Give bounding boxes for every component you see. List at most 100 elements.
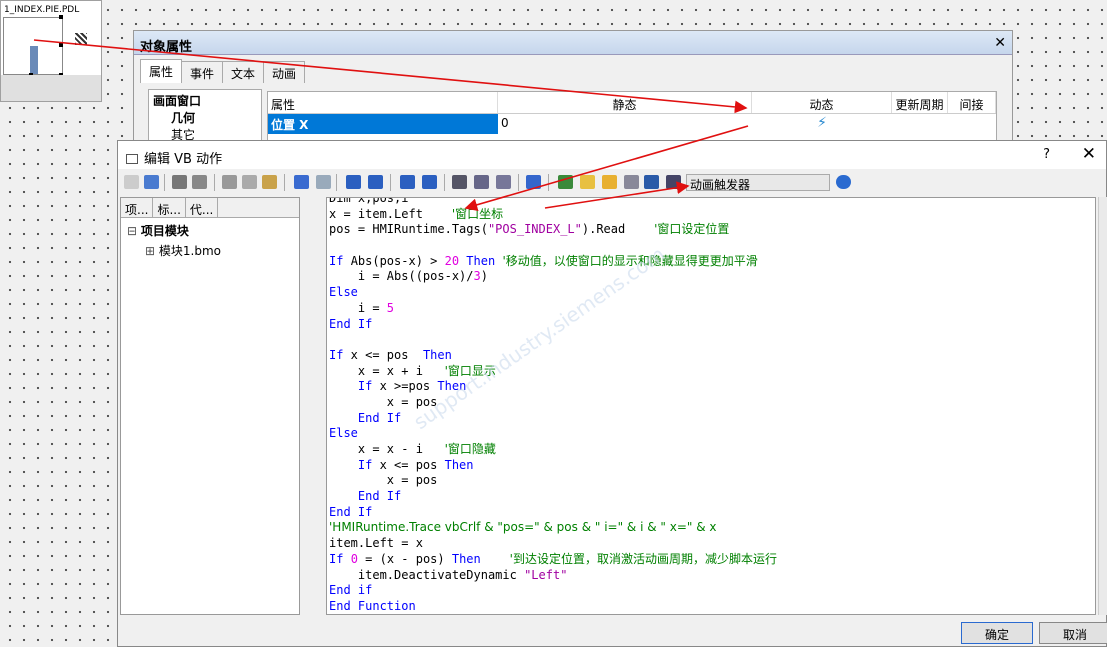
code-line[interactable]: Else bbox=[327, 285, 1095, 301]
tab-properties[interactable]: 属性 bbox=[140, 59, 183, 83]
indent-icon[interactable] bbox=[346, 175, 361, 189]
code-line[interactable]: 'HMIRuntime.Trace vbCrlf & "pos=" & pos … bbox=[327, 520, 1095, 536]
picture-window-frame[interactable] bbox=[3, 17, 63, 75]
code-token: x >=pos bbox=[372, 379, 438, 394]
help-icon[interactable]: ? bbox=[1043, 147, 1050, 162]
syntax-check-icon[interactable] bbox=[526, 175, 541, 189]
cut-icon[interactable] bbox=[222, 175, 237, 189]
code-line[interactable]: End Function bbox=[327, 599, 1095, 614]
code-line[interactable]: If Abs(pos-x) > 20 Then '移动值，以使窗口的显示和隐藏显… bbox=[327, 254, 1095, 270]
tab-project[interactable]: 项... bbox=[121, 198, 154, 217]
code-line[interactable]: Dim x,pos,i bbox=[327, 197, 1095, 207]
code-line[interactable]: If x <= pos Then bbox=[327, 348, 1095, 364]
code-token: End if bbox=[329, 583, 373, 598]
tab-code[interactable]: 代... bbox=[186, 198, 219, 217]
code-line[interactable]: End if bbox=[327, 583, 1095, 599]
code-line[interactable]: If 0 = (x - pos) Then '到达设定位置，取消激活动画周期，减… bbox=[327, 552, 1095, 568]
tree-item-module[interactable]: ⊞ 模块1.bmo bbox=[127, 242, 293, 259]
code-line[interactable]: End If bbox=[327, 411, 1095, 427]
copy-icon[interactable] bbox=[242, 175, 257, 189]
property-icon[interactable] bbox=[644, 175, 659, 189]
code-line[interactable]: If x <= pos Then bbox=[327, 458, 1095, 474]
ok-button[interactable]: 确定 bbox=[961, 622, 1033, 644]
code-token: x = pos bbox=[329, 473, 438, 488]
animation-trigger-field[interactable]: 动画触发器 bbox=[686, 174, 830, 192]
code-line[interactable]: item.DeactivateDynamic "Left" bbox=[327, 568, 1095, 584]
code-line[interactable]: x = pos bbox=[327, 395, 1095, 411]
tab-text[interactable]: 文本 bbox=[222, 61, 265, 83]
close-icon[interactable]: ✕ bbox=[1082, 144, 1096, 164]
picture-window-thumbnail[interactable]: 1_INDEX.PIE.PDL bbox=[0, 0, 102, 102]
code-line[interactable]: End If bbox=[327, 505, 1095, 521]
undo-icon[interactable] bbox=[294, 175, 309, 189]
picture-caption: 1_INDEX.PIE.PDL bbox=[4, 5, 80, 15]
folder-icon[interactable] bbox=[580, 175, 595, 189]
dialog-titlebar: 对象属性 ✕ bbox=[134, 31, 1012, 55]
tab-events[interactable]: 事件 bbox=[181, 61, 224, 83]
comment-icon[interactable] bbox=[400, 175, 415, 189]
code-line[interactable]: item.Left = x bbox=[327, 536, 1095, 552]
print-icon[interactable] bbox=[172, 175, 187, 189]
replace-icon[interactable] bbox=[474, 175, 489, 189]
row-name[interactable]: 位置 X bbox=[268, 114, 498, 134]
tree-item-project-module[interactable]: ⊟ 项目模块 bbox=[127, 222, 293, 239]
redo-icon[interactable] bbox=[316, 175, 331, 189]
outdent-icon[interactable] bbox=[368, 175, 383, 189]
code-token: If bbox=[329, 551, 351, 566]
cancel-button[interactable]: 取消 bbox=[1039, 622, 1107, 644]
tree-root[interactable]: 画面窗口 bbox=[153, 92, 257, 109]
code-line[interactable]: i = Abs((pos-x)/3) bbox=[327, 269, 1095, 285]
expand-icon[interactable]: ⊞ bbox=[145, 244, 159, 258]
clock-icon[interactable] bbox=[836, 175, 851, 189]
tree-root-label: 项目模块 bbox=[140, 224, 189, 238]
tree-item-geometry[interactable]: 几何 bbox=[153, 109, 257, 126]
module-tree: ⊟ 项目模块 ⊞ 模块1.bmo bbox=[121, 218, 299, 263]
find-icon[interactable] bbox=[452, 175, 467, 189]
code-line[interactable]: pos = HMIRuntime.Tags("POS_INDEX_L").Rea… bbox=[327, 222, 1095, 238]
object-icon[interactable] bbox=[624, 175, 639, 189]
code-token: End If bbox=[329, 504, 373, 519]
compass-icon[interactable] bbox=[666, 175, 681, 189]
col-static: 静态 bbox=[498, 92, 752, 113]
code-token: '窗口显示 bbox=[444, 363, 496, 378]
code-line[interactable] bbox=[327, 238, 1095, 254]
code-token: Dim x,pos,i bbox=[329, 197, 409, 205]
code-line[interactable] bbox=[327, 332, 1095, 348]
uncomment-icon[interactable] bbox=[422, 175, 437, 189]
code-token: Then bbox=[437, 379, 467, 394]
separator bbox=[336, 174, 337, 191]
code-line[interactable]: i = 5 bbox=[327, 301, 1095, 317]
collapse-icon[interactable]: ⊟ bbox=[127, 224, 141, 238]
separator bbox=[390, 174, 391, 191]
code-line[interactable]: End If bbox=[327, 489, 1095, 505]
open-folder-icon[interactable] bbox=[602, 175, 617, 189]
print-preview-icon[interactable] bbox=[192, 175, 207, 189]
code-line[interactable]: If x >=pos Then bbox=[327, 379, 1095, 395]
close-icon[interactable]: ✕ bbox=[994, 35, 1006, 51]
code-line[interactable]: End If bbox=[327, 317, 1095, 333]
code-line[interactable]: x = item.Left '窗口坐标 bbox=[327, 207, 1095, 223]
table-row[interactable]: 位置 X 0 ⚡ bbox=[268, 114, 996, 134]
code-token: Else bbox=[329, 285, 358, 300]
code-token: Then bbox=[444, 457, 474, 472]
resize-handle[interactable] bbox=[59, 15, 63, 19]
code-line[interactable]: x = pos bbox=[327, 473, 1095, 489]
tag-icon[interactable] bbox=[558, 175, 573, 189]
selected-object[interactable] bbox=[30, 46, 38, 74]
tab-animation[interactable]: 动画 bbox=[263, 61, 306, 83]
row-static-value[interactable]: 0 bbox=[498, 114, 752, 134]
code-editor[interactable]: Dim x,pos,i x = item.Left '窗口坐标 pos = HMIR… bbox=[326, 197, 1096, 615]
align-icon[interactable] bbox=[144, 175, 159, 189]
resize-handle[interactable] bbox=[59, 43, 63, 47]
tab-standard[interactable]: 标... bbox=[153, 198, 186, 217]
goto-icon[interactable] bbox=[496, 175, 511, 189]
code-line[interactable]: x = x + i '窗口显示 bbox=[327, 364, 1095, 380]
code-line[interactable]: x = x - i '窗口隐藏 bbox=[327, 442, 1095, 458]
code-line[interactable]: Else bbox=[327, 426, 1095, 442]
vertical-scrollbar[interactable] bbox=[1098, 197, 1107, 615]
lightning-icon[interactable]: ⚡ bbox=[752, 114, 892, 134]
paste-icon[interactable] bbox=[262, 175, 277, 189]
